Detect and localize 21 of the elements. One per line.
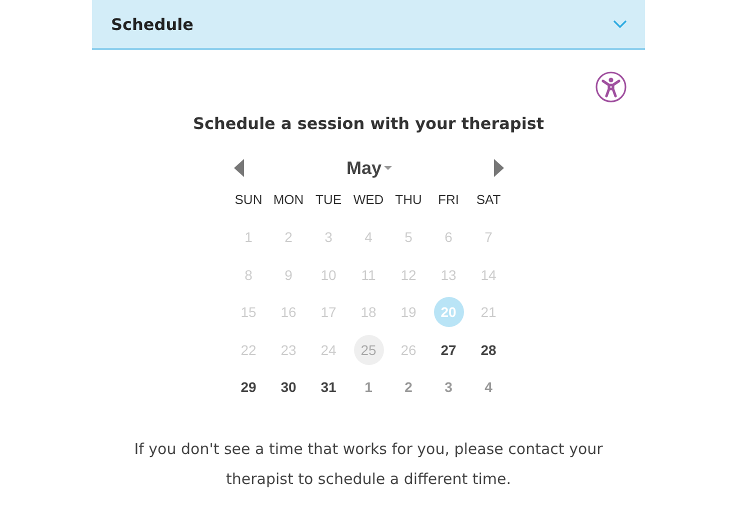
calendar-day[interactable]: 30 — [274, 372, 304, 402]
next-month-icon[interactable] — [494, 159, 504, 177]
calendar-day[interactable]: 29 — [234, 372, 264, 402]
weekday-label: TUE — [314, 191, 342, 210]
calendar-day[interactable]: 31 — [314, 372, 344, 402]
section-header[interactable]: Schedule — [92, 0, 645, 50]
month-dropdown[interactable]: May — [346, 158, 392, 178]
previous-month-icon[interactable] — [234, 159, 244, 177]
weekday-label: WED — [352, 191, 385, 210]
section-title: Schedule — [111, 14, 194, 34]
weekday-label: SAT — [475, 191, 502, 210]
help-text: If you don't see a time that works for you, please contact your therapist to schedule a different time. — [134, 439, 604, 490]
weekday-label: SUN — [234, 191, 264, 210]
weekday-label: FRI — [437, 191, 460, 210]
weekday-label: THU — [394, 191, 423, 210]
caret-icon — [384, 166, 392, 170]
accessibility-icon[interactable] — [595, 71, 627, 103]
calendar-day[interactable]: 28 — [474, 334, 504, 365]
page-heading: Schedule a session with your therapist — [192, 114, 546, 133]
weekday-label: MON — [272, 191, 305, 210]
calendar-day[interactable]: 27 — [434, 334, 464, 365]
